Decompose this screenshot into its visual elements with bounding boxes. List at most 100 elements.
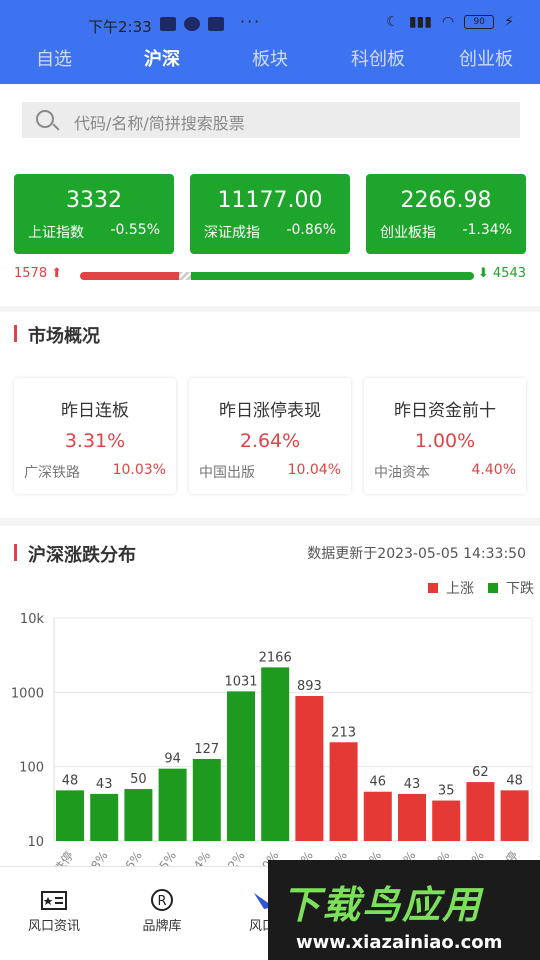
x-tick-label: 跌停 — [50, 848, 76, 866]
chart-legend: 上涨 下跌 — [428, 578, 534, 598]
bar-value-label: 46 — [370, 775, 387, 790]
y-tick-label: 100 — [19, 761, 44, 776]
advance-decline-bar: 1578 ⬆ ⬇ 4543 — [14, 266, 526, 286]
signal-icon: ▮▮▮ — [408, 14, 432, 30]
y-tick-label: 1000 — [11, 686, 44, 701]
overview-card-top-funds[interactable]: 昨日资金前十 1.00% 中油资本 4.40% — [364, 378, 526, 494]
bar-value-label: 50 — [130, 772, 147, 787]
distribution-title: 沪深涨跌分布 — [14, 541, 136, 567]
market-tabs: 自选 沪深 板块 科创板 创业板 — [0, 44, 540, 80]
status-time: 下午2:33 — [88, 18, 152, 36]
tab-chinext[interactable]: 创业板 — [432, 44, 540, 80]
search-placeholder: 代码/名称/简拼搜索股票 — [74, 114, 245, 133]
overview-card-title: 昨日连板 — [61, 401, 129, 421]
chart-bar — [90, 793, 119, 841]
battery-icon: 90 — [464, 15, 495, 29]
index-change: -1.34% — [462, 222, 512, 238]
y-tick-label: 10k — [20, 612, 45, 627]
tab-star-market[interactable]: 科创板 — [324, 44, 432, 80]
bar-value-label: 43 — [96, 777, 113, 792]
watermark: 下载鸟应用 www.xiazainiao.com — [268, 860, 540, 960]
bar-value-label: 35 — [438, 784, 455, 799]
x-tick-label: ~-4% — [183, 849, 214, 866]
chart-bar — [124, 789, 153, 841]
tab-sectors[interactable]: 板块 — [216, 44, 324, 80]
search-input[interactable]: 代码/名称/简拼搜索股票 — [22, 102, 520, 138]
tab-watchlist[interactable]: 自选 — [0, 44, 108, 80]
bar-value-label: 94 — [164, 752, 181, 767]
nav-news[interactable]: 风口资讯 — [4, 867, 104, 937]
chart-bar — [466, 782, 495, 841]
chart-bar — [398, 793, 426, 841]
overview-card-pct: 1.00% — [414, 430, 476, 452]
x-tick-label: ~-5% — [148, 849, 179, 866]
message-icon — [208, 17, 224, 31]
legend-down: 下跌 — [488, 578, 534, 598]
overview-card-limit-up[interactable]: 昨日涨停表现 2.64% 中国出版 10.04% — [189, 378, 351, 494]
index-change: -0.55% — [110, 222, 160, 238]
index-card-chinext[interactable]: 2266.98 创业板指 -1.34% — [366, 174, 526, 254]
index-value: 2266.98 — [400, 188, 492, 213]
bar-value-label: 213 — [331, 725, 356, 740]
bar-value-label: 1031 — [224, 674, 257, 689]
more-notifications-icon: ··· — [240, 12, 262, 31]
chart-bar — [500, 790, 529, 841]
overview-card-stock-pct: 10.04% — [287, 462, 341, 478]
overview-card-pct: 3.31% — [64, 430, 126, 452]
news-icon — [41, 891, 67, 910]
chart-bar — [56, 790, 84, 841]
legend-up: 上涨 — [428, 578, 474, 598]
watermark-url: www.xiazainiao.com — [296, 932, 503, 953]
overview-card-stock-pct: 4.40% — [471, 462, 516, 478]
tab-shanghai-shenzhen[interactable]: 沪深 — [108, 44, 216, 80]
watermark-brand: 下载鸟应用 — [282, 883, 483, 927]
chart-bar — [363, 791, 392, 841]
notification-icon — [160, 17, 176, 31]
index-value: 11177.00 — [217, 188, 323, 213]
x-tick-label: ~-6% — [114, 849, 145, 866]
overview-card-pct: 2.64% — [239, 430, 301, 452]
registered-icon: R — [151, 889, 173, 911]
wifi-icon: ◠ — [441, 14, 455, 30]
overview-card-title: 昨日资金前十 — [394, 401, 496, 421]
chart-bar — [158, 768, 187, 841]
top-bar: 下午2:33 ··· ☾ ▮▮▮ ◠ 90 ⚡ 自选 沪深 板块 科创板 创业板 — [0, 0, 540, 84]
chart-bar — [227, 691, 255, 841]
down-arrow-icon: ⬇ — [477, 266, 489, 281]
overview-card-consecutive-limit[interactable]: 昨日连板 3.31% 广深铁路 10.03% — [14, 378, 176, 494]
chart-bar — [329, 742, 358, 841]
up-arrow-icon: ⬆ — [51, 266, 63, 281]
x-tick-label: ~-2% — [217, 849, 248, 866]
bar-value-label: 127 — [194, 742, 219, 757]
chart-bar — [295, 695, 324, 841]
overview-card-stock: 中油资本 — [374, 465, 430, 481]
bar-value-label: 48 — [506, 773, 523, 788]
overview-card-stock-pct: 10.03% — [112, 462, 166, 478]
overview-card-stock: 广深铁路 — [24, 465, 80, 481]
overview-card-title: 昨日涨停表现 — [219, 401, 321, 421]
bar-value-label: 893 — [297, 679, 322, 694]
nav-brands[interactable]: R 品牌库 — [112, 867, 212, 937]
x-tick-label: ~-8% — [80, 849, 111, 866]
moon-icon: ☾ — [386, 14, 399, 30]
charging-icon: ⚡ — [504, 14, 514, 30]
y-tick-label: 10 — [27, 835, 44, 850]
decliners-count: ⬇ 4543 — [477, 266, 526, 281]
index-value: 3332 — [66, 188, 122, 213]
advancers-bar — [80, 272, 179, 280]
index-card-shenzhen[interactable]: 11177.00 深证成指 -0.86% — [190, 174, 350, 254]
nav-brands-label: 品牌库 — [142, 919, 182, 934]
nav-news-label: 风口资讯 — [27, 919, 80, 934]
distribution-chart: 10 100 1000 10k 48 43 50 94 127 10312166 893 213 46 4… — [11, 612, 540, 866]
overview-card-stock: 中国出版 — [199, 465, 255, 481]
chart-bar — [432, 800, 461, 841]
bar-value-label: 43 — [404, 777, 421, 792]
index-change: -0.86% — [286, 222, 336, 238]
advancers-count: 1578 ⬆ — [14, 266, 63, 281]
index-name: 深证成指 — [204, 225, 260, 241]
flat-bar — [179, 272, 191, 280]
index-name: 上证指数 — [28, 225, 84, 241]
index-card-shanghai[interactable]: 3332 上证指数 -0.55% — [14, 174, 174, 254]
status-bar: 下午2:33 ··· ☾ ▮▮▮ ◠ 90 ⚡ — [0, 0, 540, 48]
chart-bar — [192, 758, 221, 841]
